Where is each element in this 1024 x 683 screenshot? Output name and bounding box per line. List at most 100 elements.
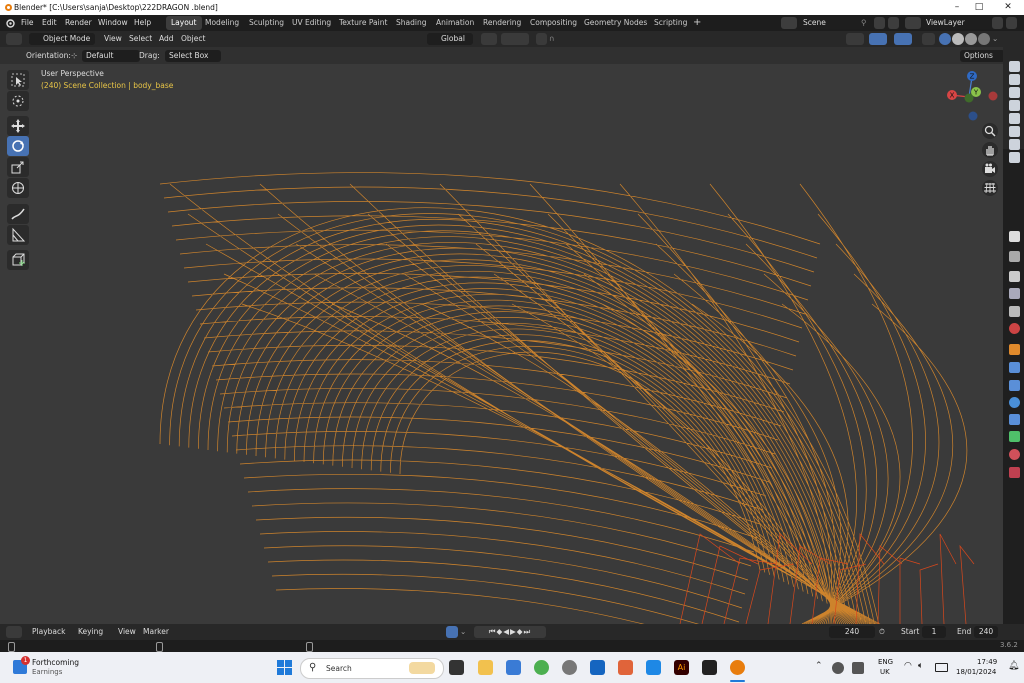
- menu-render[interactable]: Render: [65, 18, 92, 27]
- tool-properties-icon[interactable]: [1009, 231, 1020, 242]
- language-top[interactable]: ENG: [878, 658, 893, 666]
- sticky-app-icon[interactable]: [702, 660, 717, 675]
- file-explorer-icon[interactable]: [478, 660, 493, 675]
- blender-taskbar-icon[interactable]: [730, 660, 745, 675]
- tab-rendering[interactable]: Rendering: [478, 16, 526, 30]
- tool-annotate[interactable]: [7, 204, 29, 224]
- new-viewlayer-icon[interactable]: [992, 17, 1003, 29]
- taskbar-search-box[interactable]: ⚲ Search: [300, 658, 444, 679]
- menu-edit[interactable]: Edit: [42, 18, 57, 27]
- tab-animation[interactable]: Animation: [431, 16, 479, 30]
- menu-window[interactable]: Window: [98, 18, 128, 27]
- app-icon-orange[interactable]: [618, 660, 633, 675]
- collection-camera-icon-7[interactable]: [1009, 139, 1020, 150]
- blender-menu-icon[interactable]: [5, 18, 15, 28]
- transform-orientation-dropdown[interactable]: Global: [427, 33, 473, 45]
- tab-shading[interactable]: Shading: [391, 16, 431, 30]
- menu-keying[interactable]: Keying: [78, 626, 103, 638]
- delete-viewlayer-icon[interactable]: [1006, 17, 1017, 29]
- physics-properties-icon[interactable]: [1009, 397, 1020, 408]
- collection-camera-icon-8[interactable]: [1009, 152, 1020, 163]
- end-frame-field[interactable]: 240: [974, 626, 998, 638]
- tool-move[interactable]: [7, 116, 29, 136]
- view-layer-properties-icon[interactable]: [1009, 288, 1020, 299]
- tool-select-box[interactable]: [7, 70, 29, 90]
- windows-start-icon[interactable]: [277, 660, 292, 675]
- visibility-icon[interactable]: [846, 33, 864, 45]
- collection-camera-icon-5[interactable]: [1009, 113, 1020, 124]
- snap-icon[interactable]: [501, 33, 529, 45]
- menu-view[interactable]: View: [104, 33, 122, 45]
- timeline-editor-type-icon[interactable]: [6, 626, 22, 638]
- clock-time[interactable]: 17:49: [977, 658, 997, 666]
- menu-file[interactable]: File: [21, 18, 34, 27]
- tab-geometry-nodes[interactable]: Geometry Nodes: [579, 16, 652, 30]
- menu-add[interactable]: Add: [159, 33, 174, 45]
- tab-modeling[interactable]: Modeling: [200, 16, 244, 30]
- data-properties-icon[interactable]: [1009, 431, 1020, 442]
- falloff-icon[interactable]: ∩: [549, 33, 560, 45]
- shading-solid-icon[interactable]: [952, 33, 964, 45]
- orientation-dropdown[interactable]: Default: [82, 50, 140, 62]
- add-workspace-button[interactable]: +: [688, 16, 706, 30]
- tool-add-cube[interactable]: [7, 250, 29, 270]
- keying-options-chevron-icon[interactable]: ⌄: [460, 626, 468, 638]
- maximize-button[interactable]: □: [966, 1, 992, 14]
- material-properties-icon[interactable]: [1009, 449, 1020, 460]
- battery-icon[interactable]: [935, 663, 948, 672]
- task-view-icon[interactable]: [449, 660, 464, 675]
- clock-date[interactable]: 18/01/2024: [956, 668, 996, 676]
- camera-view-button[interactable]: [982, 161, 998, 177]
- shading-rendered-icon[interactable]: [978, 33, 990, 45]
- settings-gear-icon[interactable]: [562, 660, 577, 675]
- particles-properties-icon[interactable]: [1009, 380, 1020, 391]
- menu-help[interactable]: Help: [134, 18, 151, 27]
- tab-compositing[interactable]: Compositing: [525, 16, 582, 30]
- illustrator-icon[interactable]: Ai: [674, 660, 689, 675]
- perspective-toggle-button[interactable]: [982, 180, 998, 196]
- shading-material-icon[interactable]: [965, 33, 977, 45]
- stopwatch-icon[interactable]: ⏱: [879, 626, 891, 638]
- collection-camera-icon-4[interactable]: [1009, 100, 1020, 111]
- viewlayer-name-field[interactable]: ViewLayer: [922, 17, 996, 29]
- scene-name-field[interactable]: Scene: [799, 17, 865, 29]
- language-bottom[interactable]: UK: [880, 668, 890, 676]
- mail-icon[interactable]: [646, 660, 661, 675]
- menu-timeline-view[interactable]: View: [118, 626, 136, 638]
- 3d-viewport[interactable]: User Perspective (240) Scene Collection …: [0, 64, 1003, 624]
- options-dropdown[interactable]: Options: [960, 50, 1005, 62]
- proportional-edit-icon[interactable]: [536, 33, 547, 45]
- menu-playback[interactable]: Playback: [32, 626, 65, 638]
- menu-object[interactable]: Object: [181, 33, 205, 45]
- world-properties-icon[interactable]: [1009, 323, 1020, 334]
- overlay-toggle-icon[interactable]: [894, 33, 912, 45]
- notification-bell-icon[interactable]: 🔔︎: [1008, 661, 1019, 671]
- wifi-icon[interactable]: ◠: [904, 661, 912, 671]
- volume-icon[interactable]: 🔈︎: [918, 661, 923, 671]
- object-properties-icon[interactable]: [1009, 344, 1020, 355]
- pivot-point-icon[interactable]: [481, 33, 497, 45]
- tray-icon-2[interactable]: [852, 662, 864, 674]
- start-frame-field[interactable]: 1: [922, 626, 946, 638]
- constraints-properties-icon[interactable]: [1009, 414, 1020, 425]
- menu-select[interactable]: Select: [129, 33, 152, 45]
- gizmo-toggle-icon[interactable]: [869, 33, 887, 45]
- mode-selector[interactable]: Object Mode: [29, 33, 95, 45]
- tray-icon-1[interactable]: [832, 662, 844, 674]
- outlook-icon[interactable]: [590, 660, 605, 675]
- tool-cursor[interactable]: [7, 91, 29, 111]
- shading-options-chevron-icon[interactable]: ⌄: [992, 33, 1000, 45]
- tab-scripting[interactable]: Scripting: [649, 16, 692, 30]
- tab-sculpting[interactable]: Sculpting: [244, 16, 289, 30]
- tab-uv-editing[interactable]: UV Editing: [287, 16, 336, 30]
- modifier-properties-icon[interactable]: [1009, 362, 1020, 373]
- tool-transform[interactable]: [7, 178, 29, 198]
- collection-camera-icon-3[interactable]: [1009, 87, 1020, 98]
- shading-wireframe-icon[interactable]: [939, 33, 951, 45]
- output-properties-icon[interactable]: [1009, 271, 1020, 282]
- collection-camera-icon-2[interactable]: [1009, 74, 1020, 85]
- scene-pin-icon[interactable]: ⚲: [861, 17, 871, 29]
- chrome-icon[interactable]: [534, 660, 549, 675]
- new-scene-icon[interactable]: [874, 17, 885, 29]
- xray-toggle-icon[interactable]: [922, 33, 935, 45]
